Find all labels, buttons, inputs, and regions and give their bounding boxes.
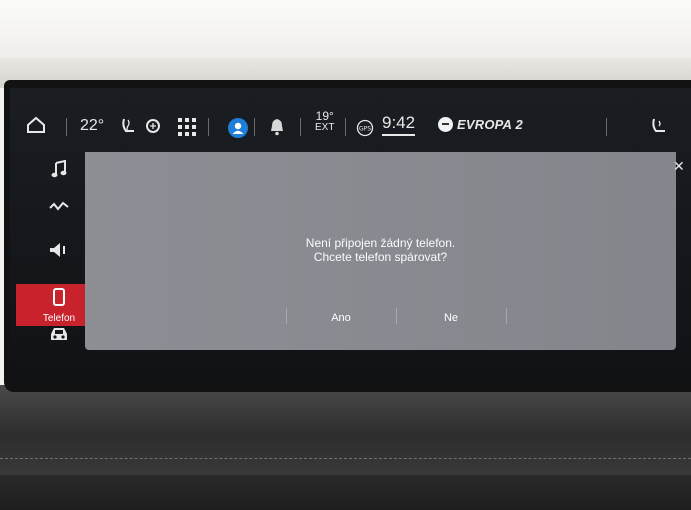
separator: [254, 118, 255, 136]
button-separator: [506, 308, 507, 324]
separator: [606, 118, 607, 136]
radio-station-name: EVROPA 2: [457, 117, 523, 132]
sidebar-item-label: Telefon: [42, 313, 76, 324]
profile-icon[interactable]: [228, 118, 248, 138]
navigation-icon: [48, 200, 70, 219]
dialog-message: Není připojen žádný telefon. Chcete tele…: [85, 236, 676, 264]
separator: [345, 118, 346, 136]
status-bar: 22° 19° EXT GPS 9:42 EVROPA 2: [10, 108, 691, 146]
radio-logo-icon: [438, 117, 453, 132]
outside-temperature: 19° EXT: [315, 109, 335, 133]
apps-grid-icon[interactable]: [178, 118, 196, 136]
clock[interactable]: 9:42: [382, 113, 416, 136]
gps-icon: GPS: [356, 119, 376, 137]
separator: [66, 118, 67, 136]
seat-heat-icon[interactable]: [120, 117, 164, 135]
separator: [208, 118, 209, 136]
music-icon: [51, 159, 67, 183]
no-button[interactable]: Ne: [397, 308, 505, 328]
dialog-message-line1: Není připojen žádný telefon.: [305, 236, 456, 250]
car-icon: [48, 326, 70, 347]
dashboard-stitching: [0, 458, 691, 459]
yes-button[interactable]: Ano: [287, 308, 395, 328]
gps-label: GPS: [359, 126, 371, 133]
cabin-temperature[interactable]: 22°: [80, 117, 104, 135]
volume-icon: [48, 242, 70, 263]
separator: [300, 118, 301, 136]
outside-temp-value: 19°: [315, 109, 334, 123]
home-icon[interactable]: [26, 116, 46, 134]
phone-icon: [53, 288, 65, 311]
dashboard-lower: [0, 475, 691, 510]
dialog-message-line2: Chcete telefon spárovat?: [313, 250, 448, 264]
notifications-bell-icon[interactable]: [269, 118, 285, 136]
outside-temp-label: EXT: [315, 122, 335, 133]
radio-station[interactable]: EVROPA 2: [438, 117, 523, 132]
close-icon[interactable]: ✕: [673, 158, 685, 175]
passenger-seat-icon[interactable]: [650, 117, 668, 135]
